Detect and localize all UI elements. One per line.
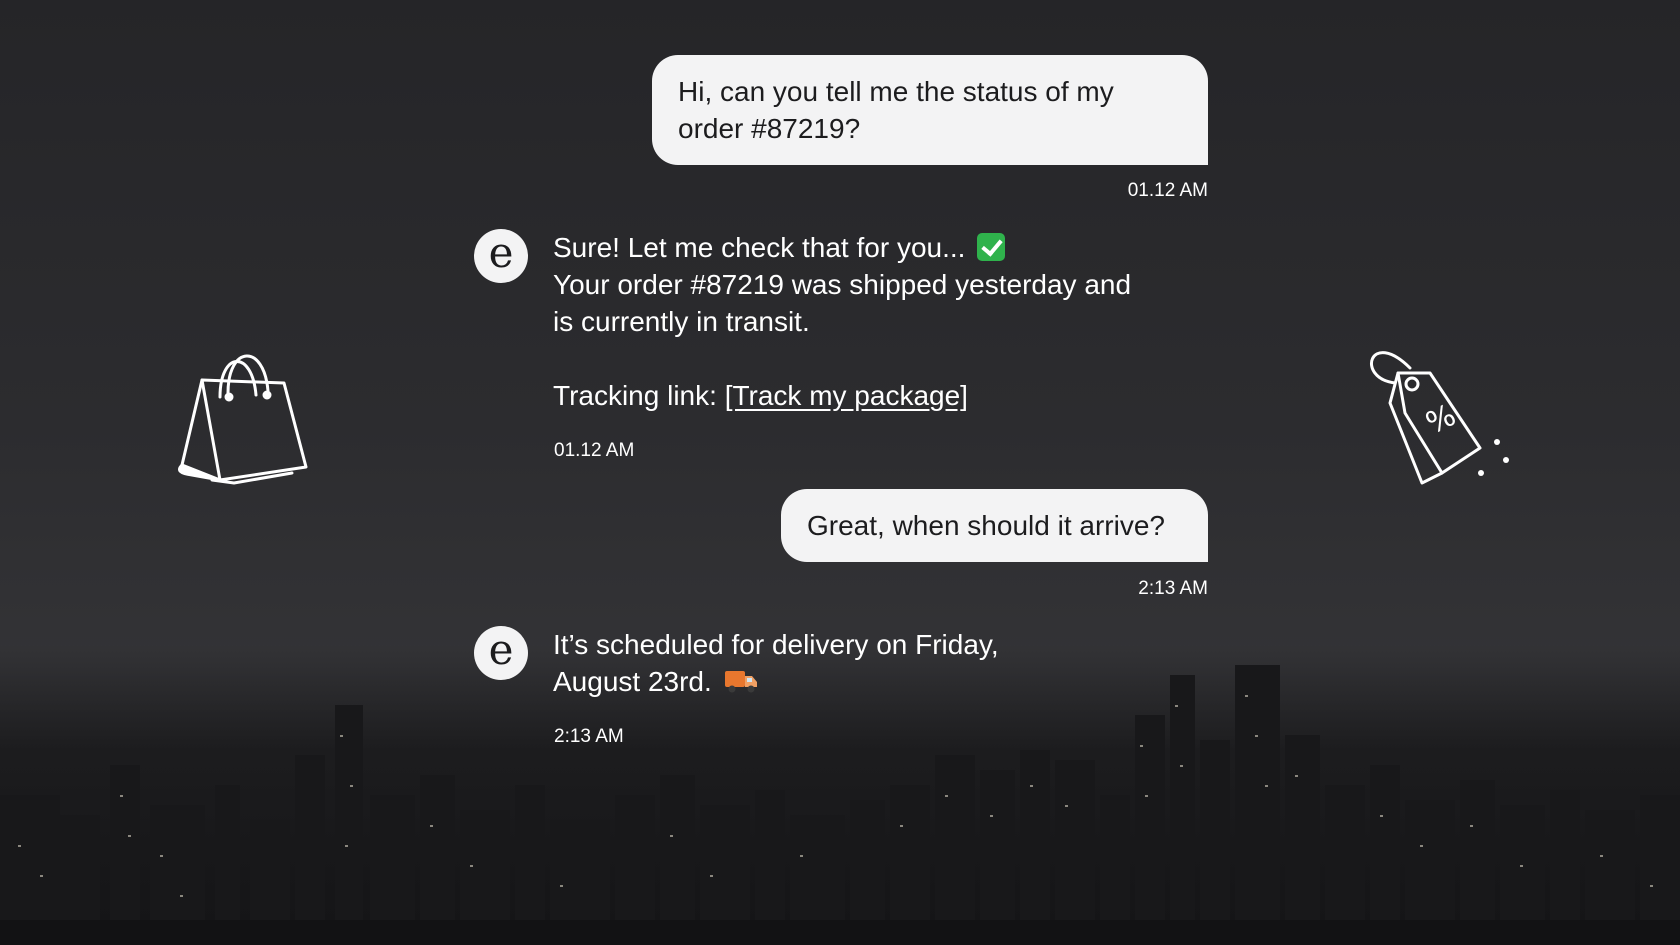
message-timestamp: 01.12 AM	[554, 440, 635, 461]
svg-text:%: %	[1421, 398, 1462, 442]
tracking-label: Tracking link:	[553, 380, 725, 411]
shopping-bag-icon	[178, 354, 308, 485]
bot-message: Sure! Let me check that for you... Your …	[553, 229, 1131, 414]
bot-message: It’s scheduled for delivery on Friday, A…	[553, 626, 999, 700]
delivery-truck-icon	[724, 671, 757, 693]
bot-avatar: e	[474, 229, 528, 283]
message-text-line: Hi, can you tell me the status of my	[678, 76, 1114, 107]
bot-avatar: e	[474, 626, 528, 680]
avatar-letter: e	[488, 228, 514, 277]
message-text-line: Sure! Let me check that for you...	[553, 232, 966, 263]
track-package-link[interactable]: [Track my package]	[725, 380, 968, 411]
message-text-line: It’s scheduled for delivery on Friday,	[553, 629, 999, 660]
user-message-bubble: Hi, can you tell me the status of my ord…	[652, 55, 1208, 165]
avatar-letter: e	[488, 625, 514, 674]
message-text-line: is currently in transit.	[553, 306, 810, 337]
message-timestamp: 2:13 AM	[554, 726, 624, 747]
message-text-line: order #87219?	[678, 113, 861, 144]
message-timestamp: 01.12 AM	[1127, 180, 1208, 201]
discount-tag-icon: %	[1370, 351, 1509, 485]
message-text-line: August 23rd.	[553, 666, 712, 697]
chat-background: Hi, can you tell me the status of my ord…	[0, 0, 1680, 945]
user-message-bubble: Great, when should it arrive?	[781, 489, 1208, 562]
message-timestamp: 2:13 AM	[1138, 578, 1208, 599]
check-mark-icon	[977, 233, 1006, 261]
message-text-line: Your order #87219 was shipped yesterday …	[553, 269, 1132, 300]
message-text-line: Great, when should it arrive?	[807, 510, 1165, 541]
